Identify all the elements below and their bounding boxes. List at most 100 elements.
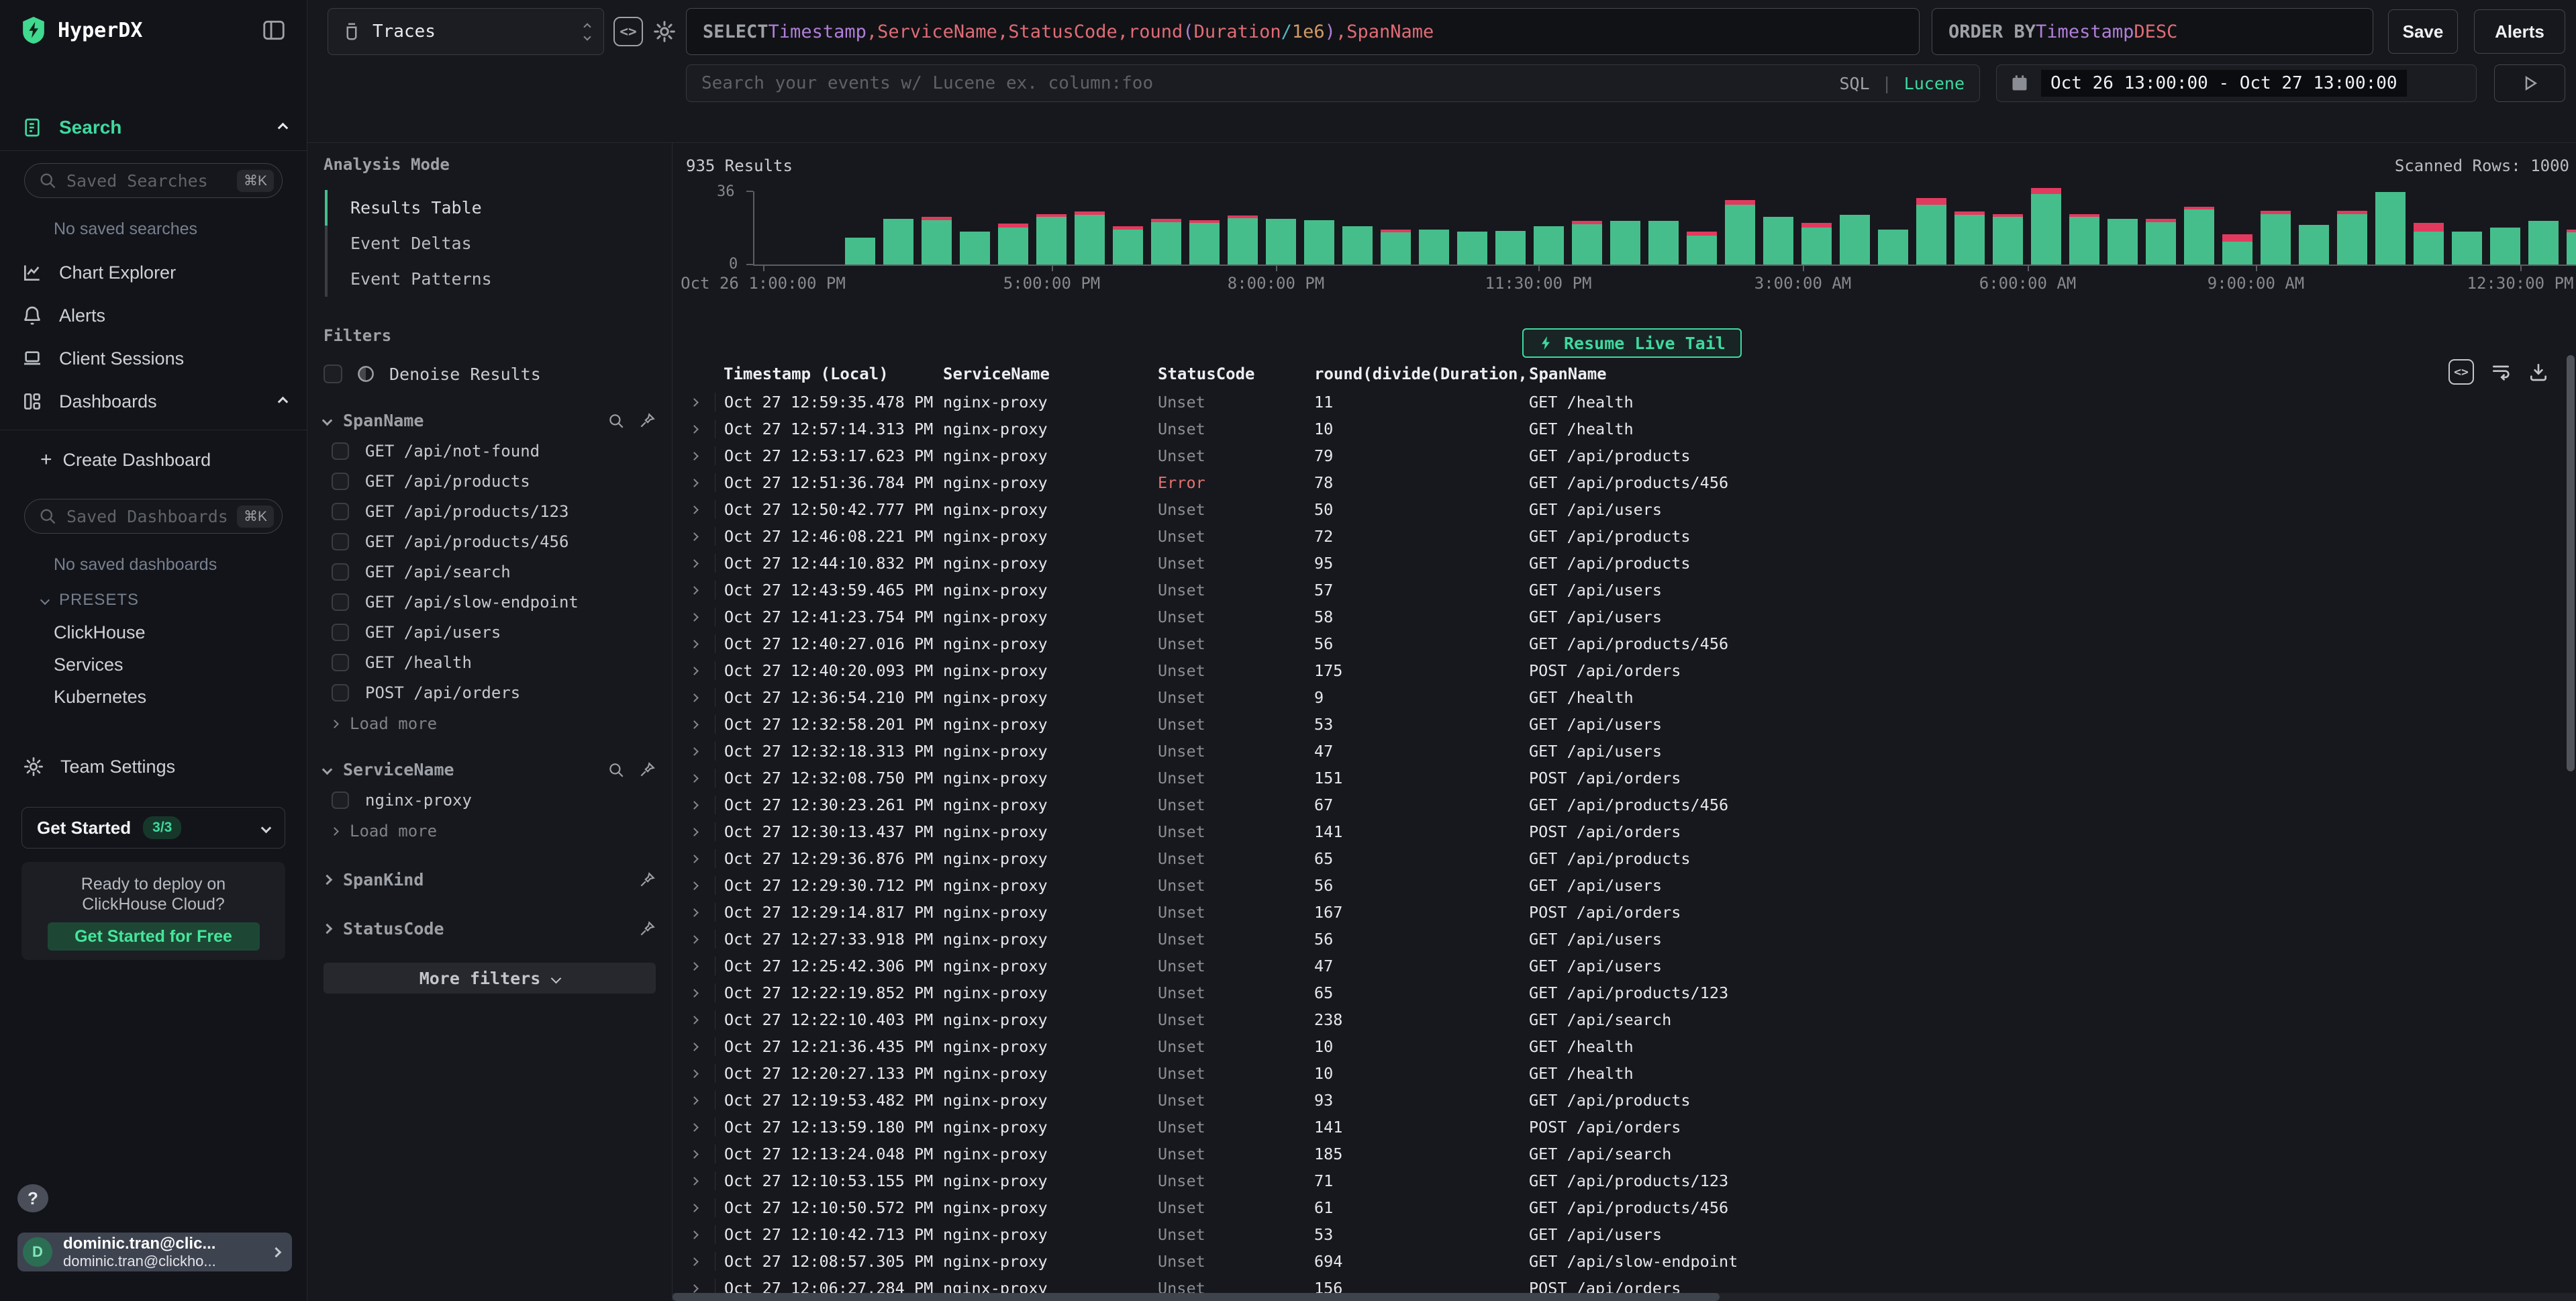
table-row[interactable]: Oct 27 12:06:27.284 PMnginx-proxyUnset15… [673,1275,2567,1293]
row-expand-icon[interactable] [685,856,715,862]
filter-option[interactable]: GET /api/search [324,563,656,581]
row-expand-icon[interactable] [685,722,715,728]
row-expand-icon[interactable] [685,910,715,916]
row-expand-icon[interactable] [685,1151,715,1157]
row-expand-icon[interactable] [685,775,715,781]
row-expand-icon[interactable] [685,829,715,835]
scrollbar-thumb[interactable] [673,1293,1720,1301]
filter-group-spankind[interactable]: SpanKind [324,870,656,889]
vertical-scrollbar[interactable] [2567,355,2575,771]
table-row[interactable]: Oct 27 12:30:13.437 PMnginx-proxyUnset14… [673,818,2567,845]
table-row[interactable]: Oct 27 12:32:58.201 PMnginx-proxyUnset53… [673,711,2567,738]
create-dashboard-button[interactable]: + Create Dashboard [0,444,307,476]
table-row[interactable]: Oct 27 12:29:36.876 PMnginx-proxyUnset65… [673,845,2567,872]
table-row[interactable]: Oct 27 12:36:54.210 PMnginx-proxyUnset9G… [673,684,2567,711]
table-row[interactable]: Oct 27 12:13:24.048 PMnginx-proxyUnset18… [673,1141,2567,1167]
preset-item-clickhouse[interactable]: ClickHouse [0,616,307,648]
sidebar-item-chart-explorer[interactable]: Chart Explorer [0,251,307,294]
checkbox[interactable] [332,624,349,641]
saved-dashboards-input[interactable]: Saved Dashboards ⌘K [24,499,283,534]
table-row[interactable]: Oct 27 12:22:10.403 PMnginx-proxyUnset23… [673,1006,2567,1033]
gear-icon[interactable] [652,19,677,44]
table-row[interactable]: Oct 27 12:30:23.261 PMnginx-proxyUnset67… [673,791,2567,818]
checkbox[interactable] [332,442,349,460]
sidebar-item-team-settings[interactable]: Team Settings [0,746,307,787]
column-header-duration[interactable]: round(divide(Duration, [1314,365,1529,383]
resume-live-tail-button[interactable]: Resume Live Tail [1522,328,1742,358]
row-expand-icon[interactable] [685,749,715,755]
chevron-up-icon[interactable] [278,122,289,133]
row-expand-icon[interactable] [685,1071,715,1077]
filter-option[interactable]: GET /api/products [324,472,656,491]
row-expand-icon[interactable] [685,614,715,620]
table-row[interactable]: Oct 27 12:51:36.784 PMnginx-proxyError78… [673,469,2567,496]
pin-icon[interactable] [638,761,656,779]
row-expand-icon[interactable] [685,1205,715,1211]
row-expand-icon[interactable] [685,453,715,459]
row-expand-icon[interactable] [685,561,715,567]
row-expand-icon[interactable] [685,1286,715,1292]
time-range-picker[interactable]: Oct 26 13:00:00 - Oct 27 13:00:00 [1996,64,2477,102]
preset-item-kubernetes[interactable]: Kubernetes [0,681,307,713]
table-row[interactable]: Oct 27 12:19:53.482 PMnginx-proxyUnset93… [673,1087,2567,1114]
sidebar-item-alerts[interactable]: Alerts [0,294,307,337]
table-row[interactable]: Oct 27 12:44:10.832 PMnginx-proxyUnset95… [673,550,2567,577]
filter-option[interactable]: GET /api/not-found [324,442,656,461]
row-expand-icon[interactable] [685,802,715,808]
more-filters-button[interactable]: More filters [324,963,656,994]
load-more-button[interactable]: Load more [324,714,656,733]
table-row[interactable]: Oct 27 12:32:08.750 PMnginx-proxyUnset15… [673,765,2567,791]
saved-searches-input[interactable]: Saved Searches ⌘K [24,163,283,198]
analysis-mode-option[interactable]: Event Deltas [325,226,656,261]
lucene-toggle[interactable]: Lucene [1904,74,1965,93]
row-expand-icon[interactable] [685,1178,715,1184]
table-row[interactable]: Oct 27 12:20:27.133 PMnginx-proxyUnset10… [673,1060,2567,1087]
filter-option[interactable]: POST /api/orders [324,683,656,702]
filter-option[interactable]: GET /api/users [324,623,656,642]
table-row[interactable]: Oct 27 12:10:42.713 PMnginx-proxyUnset53… [673,1221,2567,1248]
load-more-button[interactable]: Load more [324,822,656,840]
filter-option[interactable]: GET /api/slow-endpoint [324,593,656,612]
checkbox[interactable] [332,563,349,581]
checkbox[interactable] [332,654,349,671]
filter-option[interactable]: GET /api/products/456 [324,532,656,551]
denoise-results-toggle[interactable]: Denoise Results [324,364,656,384]
get-started-widget[interactable]: Get Started 3/3 [21,807,285,849]
run-query-button[interactable] [2494,64,2565,102]
column-header-statuscode[interactable]: StatusCode [1158,365,1314,383]
filter-option[interactable]: GET /health [324,653,656,672]
checkbox[interactable] [332,533,349,550]
filter-option[interactable]: nginx-proxy [324,791,656,810]
analysis-mode-option[interactable]: Results Table [325,190,656,226]
row-expand-icon[interactable] [685,1232,715,1238]
checkbox[interactable] [332,684,349,702]
select-clause-input[interactable]: SELECT Timestamp,ServiceName,StatusCode,… [686,8,1920,55]
event-search-input[interactable]: Search your events w/ Lucene ex. column:… [686,64,1980,102]
row-expand-icon[interactable] [685,1124,715,1130]
chevron-down-icon[interactable] [261,822,272,833]
row-expand-icon[interactable] [685,507,715,513]
row-expand-icon[interactable] [685,480,715,486]
table-row[interactable]: Oct 27 12:59:35.478 PMnginx-proxyUnset11… [673,389,2567,416]
horizontal-scrollbar[interactable] [673,1293,2576,1301]
column-header-spanname[interactable]: SpanName [1529,365,2576,383]
checkbox[interactable] [332,503,349,520]
filter-option[interactable]: GET /api/products/123 [324,502,656,521]
sidebar-item-dashboards[interactable]: Dashboards [0,380,307,423]
checkbox[interactable] [332,791,349,809]
table-row[interactable]: Oct 27 12:53:17.623 PMnginx-proxyUnset79… [673,442,2567,469]
alerts-button[interactable]: Alerts [2474,9,2565,54]
pin-icon[interactable] [638,412,656,430]
column-header-servicename[interactable]: ServiceName [943,365,1158,383]
save-button[interactable]: Save [2388,9,2458,54]
row-expand-icon[interactable] [685,399,715,405]
table-row[interactable]: Oct 27 12:21:36.435 PMnginx-proxyUnset10… [673,1033,2567,1060]
user-menu[interactable]: D dominic.tran@clic... dominic.tran@clic… [17,1233,292,1271]
analysis-mode-option[interactable]: Event Patterns [325,261,656,297]
table-row[interactable]: Oct 27 12:10:50.572 PMnginx-proxyUnset61… [673,1194,2567,1221]
table-row[interactable]: Oct 27 12:22:19.852 PMnginx-proxyUnset65… [673,979,2567,1006]
table-row[interactable]: Oct 27 12:25:42.306 PMnginx-proxyUnset47… [673,953,2567,979]
pin-icon[interactable] [638,871,656,889]
row-expand-icon[interactable] [685,1017,715,1023]
row-expand-icon[interactable] [685,936,715,943]
